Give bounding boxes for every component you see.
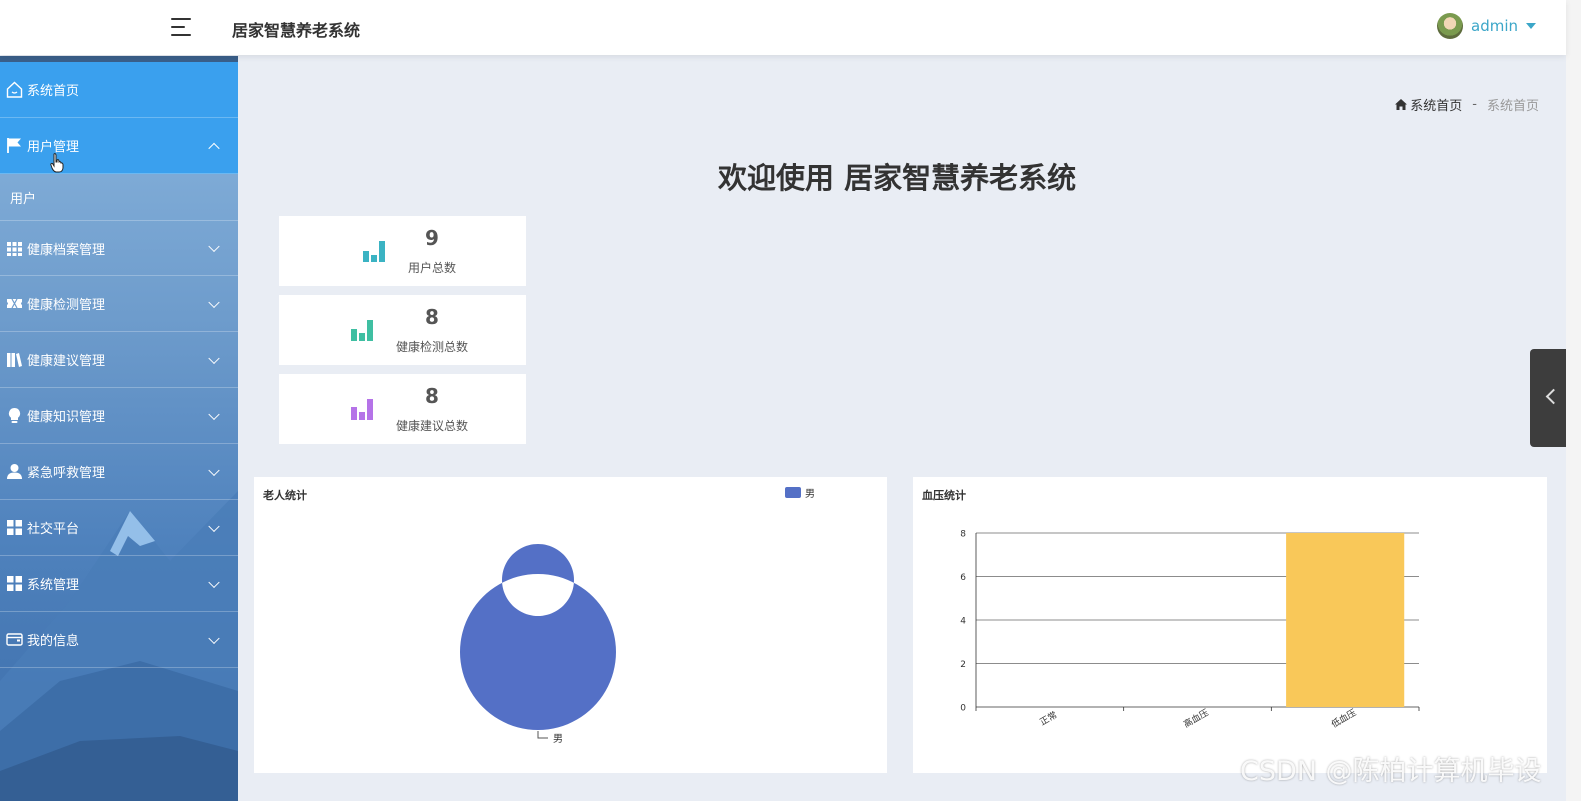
sidebar-item-social[interactable]: 社交平台 xyxy=(0,500,238,556)
y-tick-label: 4 xyxy=(960,617,966,627)
sidebar-item-label: 系统首页 xyxy=(27,84,80,99)
x-tick-label: 低血压 xyxy=(1329,706,1358,730)
watermark: CSDN @陈柏计算机毕设 xyxy=(1240,756,1542,787)
chevron-down-icon xyxy=(208,520,220,532)
stat-label: 健康检测总数 xyxy=(395,340,468,354)
x-tick-label: 正常 xyxy=(1038,709,1060,728)
sidebar-item-label: 社交平台 xyxy=(27,522,80,537)
blood-pressure-panel: 血压统计 0 2 4 6 8 正常 高血压 低血压 xyxy=(913,477,1547,773)
pie-slice xyxy=(459,544,616,730)
sidebar-item-home[interactable]: 系统首页 xyxy=(0,62,238,118)
y-tick-label: 8 xyxy=(960,530,966,540)
pie-label-line xyxy=(537,731,548,739)
bar xyxy=(1286,533,1405,707)
sidebar-item-label: 健康建议管理 xyxy=(27,354,106,369)
sidebar-item-user-management[interactable]: 用户管理 xyxy=(0,118,238,174)
bar-chart: 0 2 4 6 8 正常 高血压 低血压 xyxy=(960,530,1420,730)
sidebar-item-health-advice[interactable]: 健康建议管理 xyxy=(0,332,238,388)
stat-card-health-checks: 8 健康检测总数 xyxy=(279,295,526,365)
app-title: 居家智慧养老系统 xyxy=(232,21,361,40)
breadcrumb-current: 系统首页 xyxy=(1486,99,1539,114)
dashboard-icon xyxy=(6,519,23,536)
stat-label: 健康建议总数 xyxy=(395,419,468,433)
menu-toggle-icon[interactable] xyxy=(171,17,193,37)
chevron-down-icon xyxy=(208,352,220,364)
y-tick-label: 6 xyxy=(960,573,966,583)
stat-value: 9 xyxy=(425,226,439,250)
stat-value: 8 xyxy=(425,305,439,329)
sidebar-item-label: 健康档案管理 xyxy=(27,242,106,258)
chevron-left-icon xyxy=(1545,388,1562,405)
chevron-down-icon xyxy=(208,408,220,420)
person-icon xyxy=(6,463,23,480)
breadcrumb-home[interactable]: 系统首页 xyxy=(1395,95,1462,114)
sidebar-item-emergency[interactable]: 紧急呼救管理 xyxy=(0,444,238,500)
stat-card-users: 9 用户总数 xyxy=(279,216,526,286)
chevron-down-icon xyxy=(208,464,220,476)
chevron-down-icon xyxy=(208,240,220,253)
username[interactable]: admin xyxy=(1471,17,1518,35)
elderly-stats-panel: 老人统计 男 男 xyxy=(254,477,887,773)
chevron-down-icon xyxy=(208,296,220,308)
caret-down-icon[interactable] xyxy=(1526,23,1536,29)
dashboard-icon xyxy=(6,575,23,592)
sidebar-item-label: 我的信息 xyxy=(27,634,80,649)
sidebar-item-label: 紧急呼救管理 xyxy=(27,466,106,481)
page-title: 欢迎使用 居家智慧养老系统 xyxy=(718,161,1077,195)
chevron-down-icon xyxy=(208,632,220,644)
sidebar: 系统首页 用户管理 用户 健康档案管理 健康检测管理 健康建议管理 健康知识管理… xyxy=(0,56,238,801)
pie-label: 男 xyxy=(553,733,563,745)
scrollbar[interactable] xyxy=(1566,0,1581,801)
breadcrumb-separator: - xyxy=(1472,97,1477,112)
flag-icon xyxy=(6,137,23,154)
top-header: 居家智慧养老系统 admin xyxy=(0,0,1566,55)
sidebar-item-system[interactable]: 系统管理 xyxy=(0,556,238,612)
side-drawer-toggle[interactable] xyxy=(1530,349,1568,447)
stat-card-health-advice: 8 健康建议总数 xyxy=(279,374,526,444)
avatar[interactable] xyxy=(1437,13,1463,39)
chevron-down-icon xyxy=(208,576,220,588)
sidebar-subitem-label: 用户 xyxy=(10,191,37,207)
lightbulb-icon xyxy=(6,407,23,424)
sidebar-item-health-records[interactable]: 健康档案管理 xyxy=(0,220,238,276)
y-tick-label: 0 xyxy=(960,704,966,714)
stat-value: 8 xyxy=(425,384,439,408)
user-menu[interactable]: admin xyxy=(1437,13,1536,39)
home-icon xyxy=(1395,99,1408,110)
y-tick-label: 2 xyxy=(960,660,966,670)
grid-icon xyxy=(6,240,23,257)
home-icon xyxy=(6,81,23,98)
sidebar-item-health-check[interactable]: 健康检测管理 xyxy=(0,276,238,332)
breadcrumb: 系统首页 - 系统首页 xyxy=(1395,95,1539,114)
sidebar-item-label: 健康检测管理 xyxy=(27,298,106,313)
hand-cursor-icon xyxy=(50,153,64,173)
x-tick-label: 高血压 xyxy=(1181,706,1210,730)
bar-chart-icon xyxy=(351,319,375,341)
sidebar-subitem-user[interactable]: 用户 xyxy=(0,174,238,220)
pie-chart: 男 xyxy=(459,544,616,745)
stat-label: 用户总数 xyxy=(407,261,456,275)
books-icon xyxy=(6,351,23,368)
bar-chart-icon xyxy=(351,398,375,420)
sidebar-item-label: 系统管理 xyxy=(27,578,80,593)
ticket-icon xyxy=(6,295,23,312)
sidebar-item-my-info[interactable]: 我的信息 xyxy=(0,612,238,668)
sidebar-item-health-knowledge[interactable]: 健康知识管理 xyxy=(0,388,238,444)
wallet-icon xyxy=(6,631,23,648)
chevron-up-icon xyxy=(208,142,220,154)
sidebar-item-label: 健康知识管理 xyxy=(27,410,106,425)
breadcrumb-home-label[interactable]: 系统首页 xyxy=(1410,95,1462,114)
